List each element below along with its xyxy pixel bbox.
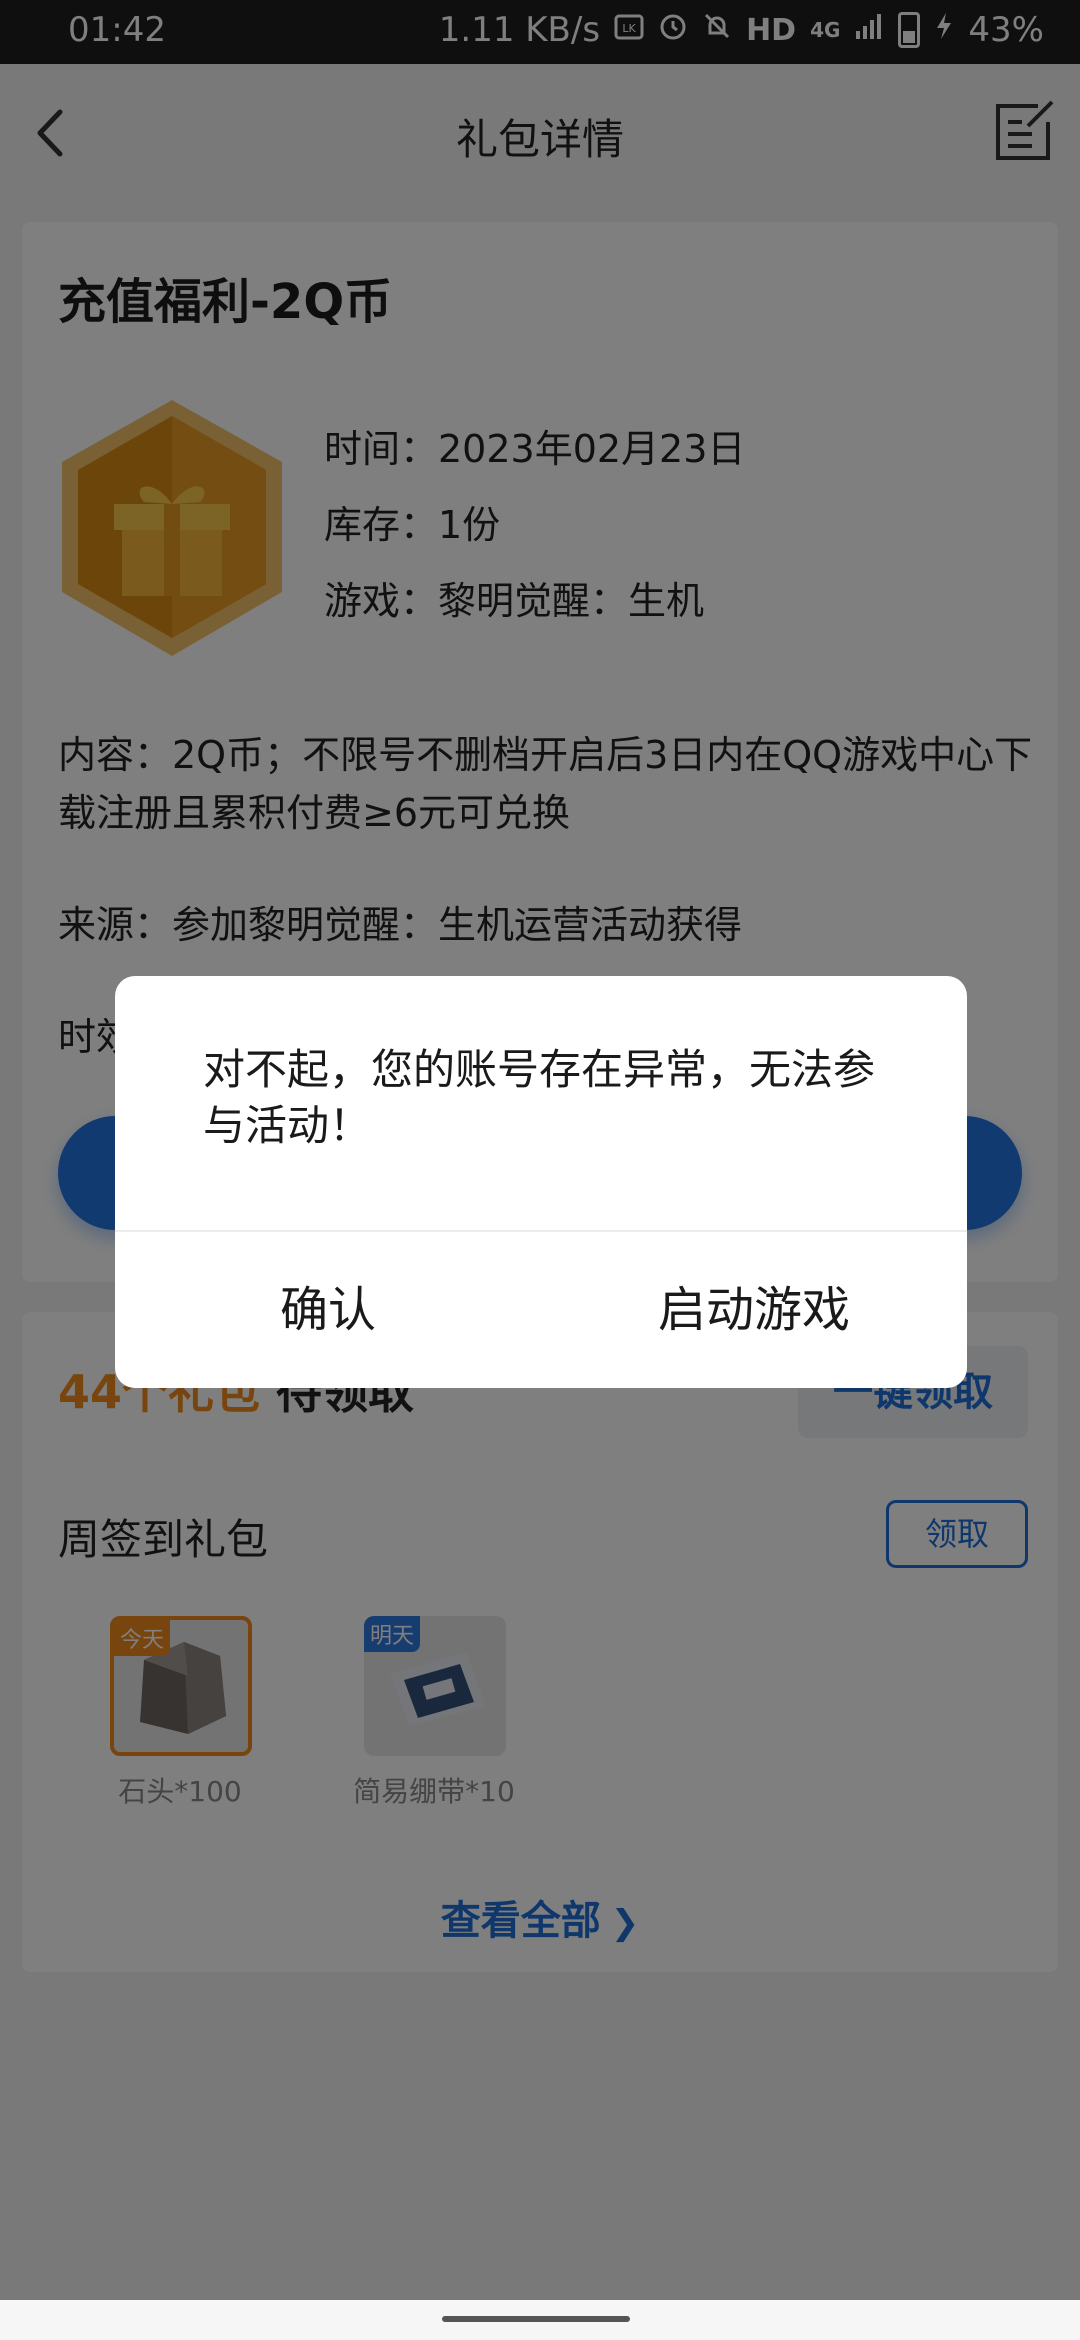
home-gesture-handle[interactable] xyxy=(442,2316,630,2322)
confirm-button[interactable]: 确认 xyxy=(115,1232,541,1388)
launch-game-button[interactable]: 启动游戏 xyxy=(541,1232,967,1388)
alert-dialog: 对不起，您的账号存在异常，无法参与活动！ 确认 启动游戏 xyxy=(115,976,967,1388)
navigation-bar xyxy=(0,2300,1080,2340)
dialog-message: 对不起，您的账号存在异常，无法参与活动！ xyxy=(203,1045,876,1150)
